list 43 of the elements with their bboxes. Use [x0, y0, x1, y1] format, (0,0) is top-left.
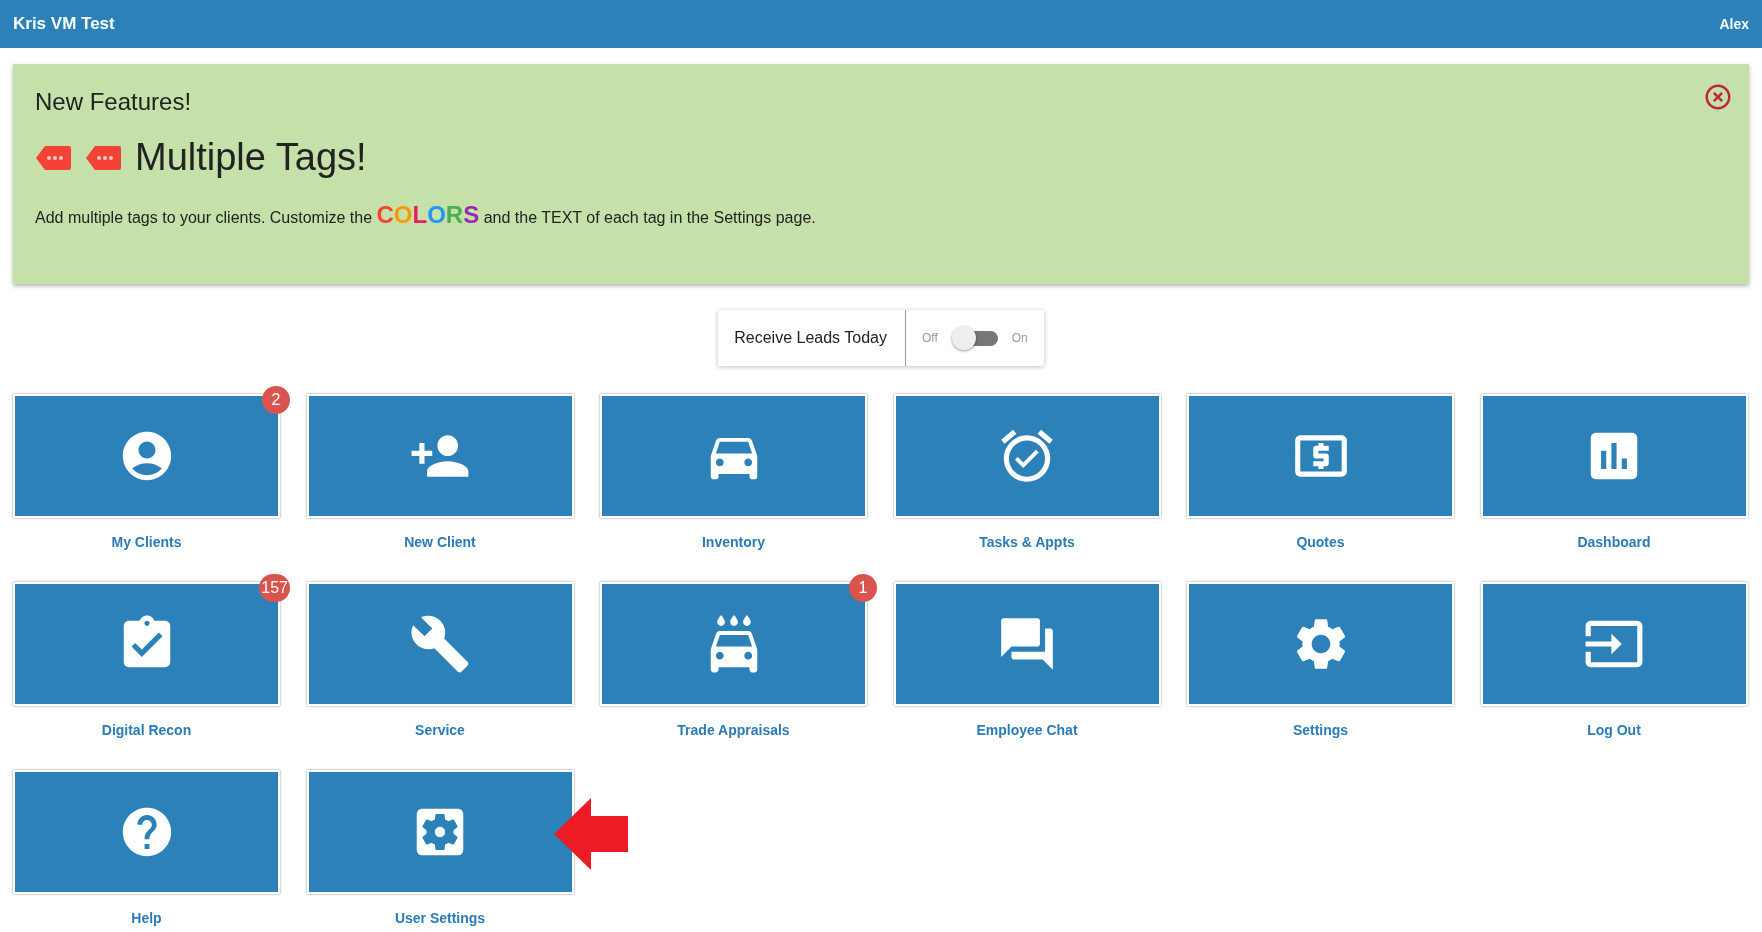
user-name[interactable]: Alex — [1719, 16, 1749, 32]
menu-tile[interactable] — [1480, 394, 1748, 518]
on-label: On — [1011, 331, 1028, 345]
tag-icon — [85, 144, 121, 171]
count-badge: 2 — [262, 386, 290, 414]
banner-title: Multiple Tags! — [135, 136, 367, 179]
menu-tile[interactable] — [1187, 394, 1454, 518]
tile-label[interactable]: Digital Recon — [101, 722, 192, 738]
tile-label[interactable]: Log Out — [1587, 722, 1641, 738]
menu-tile[interactable] — [893, 582, 1161, 706]
menu-tile[interactable] — [306, 582, 574, 706]
wrench-icon — [409, 613, 471, 675]
banner-text: Add multiple tags to your clients. Customize the COLORS and the TEXT of each tag in the Settings page. — [35, 201, 817, 229]
count-badge: 1 — [849, 574, 877, 602]
menu-tile[interactable] — [13, 394, 280, 518]
toggle-label: Receive Leads Today — [718, 310, 906, 366]
tile-label[interactable]: Trade Appraisals — [677, 722, 790, 738]
close-button[interactable] — [1703, 82, 1733, 112]
toggle-switch[interactable] — [951, 326, 998, 350]
off-label: Off — [921, 331, 938, 345]
count-badge: 157 — [259, 574, 290, 602]
menu-tile[interactable] — [13, 770, 280, 894]
tile-label[interactable]: Dashboard — [1577, 534, 1651, 550]
tile-label[interactable]: Tasks & Appts — [979, 534, 1075, 550]
menu-tile[interactable] — [306, 394, 574, 518]
tile-label[interactable]: Service — [415, 722, 465, 738]
tile-label[interactable]: Inventory — [702, 534, 765, 550]
tile-label[interactable]: My Clients — [111, 534, 182, 550]
tile-label[interactable]: User Settings — [394, 910, 486, 926]
tag-icon — [35, 144, 71, 171]
menu-tile[interactable] — [600, 582, 867, 706]
menu-tile[interactable] — [1480, 582, 1748, 706]
tile-label[interactable]: Settings — [1292, 722, 1349, 738]
menu-tile[interactable] — [600, 394, 867, 518]
banner-heading: New Features! — [35, 88, 192, 116]
tile-label[interactable]: New Client — [404, 534, 476, 550]
tile-label[interactable]: Employee Chat — [976, 722, 1078, 738]
tile-label[interactable]: Help — [131, 910, 162, 926]
menu-tile[interactable] — [893, 394, 1161, 518]
app-title: Kris VM Test — [13, 14, 115, 34]
tile-label[interactable]: Quotes — [1296, 534, 1345, 550]
menu-tile[interactable] — [1187, 582, 1454, 706]
menu-tile[interactable] — [306, 770, 574, 894]
